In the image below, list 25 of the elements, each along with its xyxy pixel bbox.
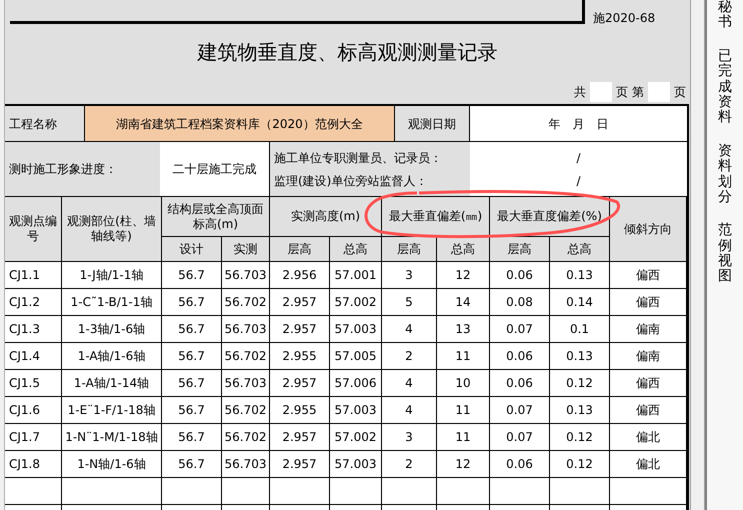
scrollbar-track[interactable] — [690, 0, 705, 510]
signature-label: 监理(建设)单位旁站监督人： — [274, 172, 428, 190]
side-panel-tab[interactable]: 资料划分 — [718, 144, 732, 206]
signature-value: / — [575, 172, 582, 190]
document-code: 施2020-68 — [593, 12, 656, 24]
side-panel-tab[interactable]: 秘书 — [718, 0, 732, 31]
page-label: 页 — [674, 84, 686, 101]
signature-value: / — [575, 150, 582, 166]
column-header: 实测高度(m) — [270, 197, 382, 237]
side-panel-tab[interactable]: 范例视图 — [718, 223, 732, 285]
column-header: 结构层或全高顶面标高(m) — [162, 197, 270, 237]
document-title: 建筑物垂直度、标高观测测量记录 — [198, 39, 498, 66]
page-label: 页 — [616, 84, 628, 101]
column-header: 最大垂直度偏差(%) — [490, 197, 610, 237]
signature-label: 施工单位专职测量员、记录员： — [274, 150, 443, 166]
column-header: 最大垂直偏差(㎜) — [382, 197, 490, 237]
page-current-field[interactable] — [648, 82, 670, 102]
page-total-field[interactable] — [590, 82, 612, 102]
page-label: 共 — [574, 84, 586, 101]
date-cell: 年 月 日 — [470, 106, 687, 141]
page-label: 第 — [632, 84, 644, 101]
label-cell-text: 测时施工形象进度： — [8, 161, 118, 178]
side-panel-tab[interactable]: 已完成资料 — [718, 48, 732, 126]
progress-cell: 二十层施工完成 — [160, 142, 270, 196]
project-name-cell: 湖南省建筑工程档案资料库（2020）范例大全 — [85, 106, 395, 141]
